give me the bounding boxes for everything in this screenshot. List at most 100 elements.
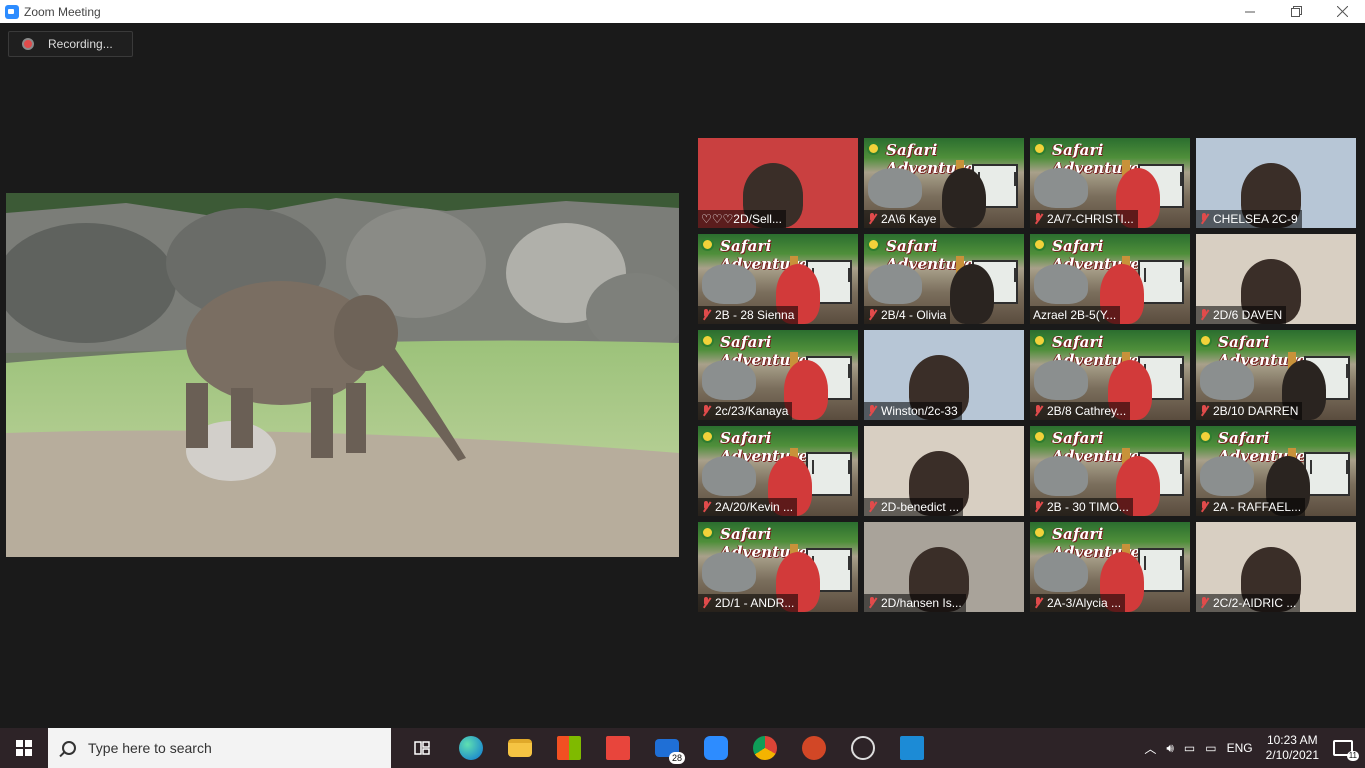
safari-logo-icon bbox=[1199, 334, 1212, 347]
participant-person bbox=[950, 264, 994, 324]
elephant-graphic bbox=[702, 552, 756, 592]
close-button[interactable] bbox=[1319, 0, 1365, 23]
elephant-graphic bbox=[1034, 168, 1088, 208]
minimize-button[interactable] bbox=[1227, 0, 1273, 23]
participant-nameplate: 2B/10 DARREN bbox=[1196, 402, 1303, 420]
elephant-graphic bbox=[1200, 360, 1254, 400]
battery-icon[interactable]: ▭ bbox=[1205, 741, 1216, 755]
muted-mic-icon bbox=[1199, 405, 1209, 417]
safari-logo-icon bbox=[1033, 238, 1046, 251]
muted-mic-icon bbox=[867, 597, 877, 609]
file-explorer-icon bbox=[507, 739, 532, 757]
store-icon bbox=[556, 736, 581, 760]
participant-tile[interactable]: Safari Adventure 2A-3/Alycia ... bbox=[1030, 522, 1190, 612]
clock-date: 2/10/2021 bbox=[1265, 748, 1319, 762]
participant-tile[interactable]: Safari Adventure Azrael 2B-5(Y... bbox=[1030, 234, 1190, 324]
shared-video[interactable] bbox=[6, 193, 679, 557]
participant-nameplate: ♡♡♡ 2D/Sell... bbox=[698, 210, 786, 228]
app-icon bbox=[899, 736, 924, 760]
muted-mic-icon bbox=[867, 309, 877, 321]
muted-mic-icon bbox=[1033, 597, 1043, 609]
participant-name-prefix: ♡♡♡ bbox=[701, 212, 734, 226]
participant-nameplate: CHELSEA 2C-9 bbox=[1196, 210, 1302, 228]
chevron-up-icon[interactable]: ︿ bbox=[1144, 740, 1156, 757]
muted-mic-icon bbox=[1033, 213, 1043, 225]
participant-tile[interactable]: 2D-benedict ... bbox=[864, 426, 1024, 516]
app-button[interactable] bbox=[887, 728, 936, 768]
gift-button[interactable] bbox=[593, 728, 642, 768]
participant-tile[interactable]: 2C/2-AIDRIC ... bbox=[1196, 522, 1356, 612]
start-button[interactable] bbox=[0, 728, 48, 768]
muted-mic-icon bbox=[867, 213, 877, 225]
participant-tile[interactable]: Safari Adventure 2c/23/Kanaya bbox=[698, 330, 858, 420]
notification-icon[interactable]: 11 bbox=[1333, 740, 1359, 761]
participant-nameplate: 2A\6 Kaye bbox=[864, 210, 941, 228]
store-button[interactable] bbox=[544, 728, 593, 768]
elephant-video-frame bbox=[6, 193, 679, 557]
meeting-area: Recording... ♡♡♡ 2D/Sell... Safari Adven… bbox=[0, 23, 1365, 728]
participant-name: 2B/4 - Olivia bbox=[881, 308, 947, 322]
obs-button[interactable] bbox=[838, 728, 887, 768]
participant-name: 2D/6 DAVEN bbox=[1213, 308, 1283, 322]
participant-name: 2A\6 Kaye bbox=[881, 212, 937, 226]
participant-tile[interactable]: Safari Adventure 2B/10 DARREN bbox=[1196, 330, 1356, 420]
participant-tile[interactable]: Safari Adventure 2A - RAFFAEL... bbox=[1196, 426, 1356, 516]
safari-logo-icon bbox=[867, 142, 880, 155]
file-explorer-button[interactable] bbox=[495, 728, 544, 768]
restore-icon bbox=[1290, 6, 1302, 17]
restore-button[interactable] bbox=[1273, 0, 1319, 23]
participant-tile[interactable]: Safari Adventure 2B - 30 TIMO... bbox=[1030, 426, 1190, 516]
muted-mic-icon bbox=[1033, 501, 1043, 513]
participant-tile[interactable]: Safari Adventure 2B - 28 Sienna bbox=[698, 234, 858, 324]
participant-tile[interactable]: ♡♡♡ 2D/Sell... bbox=[698, 138, 858, 228]
muted-mic-icon bbox=[1199, 213, 1209, 225]
safari-logo-icon bbox=[1033, 142, 1046, 155]
participant-tile[interactable]: Safari Adventure 2A\6 Kaye bbox=[864, 138, 1024, 228]
participant-tile[interactable]: CHELSEA 2C-9 bbox=[1196, 138, 1356, 228]
network-icon[interactable]: ▭ bbox=[1184, 741, 1195, 755]
volume-icon[interactable]: 🔊︎ bbox=[1166, 741, 1174, 756]
participant-tile[interactable]: Winston/2c-33 bbox=[864, 330, 1024, 420]
task-view-button[interactable] bbox=[397, 728, 446, 768]
system-tray: ︿ 🔊︎ ▭ ▭ ENG 10:23 AM 2/10/2021 11 bbox=[1139, 728, 1365, 768]
participant-nameplate: 2A-3/Alycia ... bbox=[1030, 594, 1126, 612]
participant-name: 2D/Sell... bbox=[733, 212, 782, 226]
elephant-graphic bbox=[868, 264, 922, 304]
participant-name: 2B/8 Cathrey... bbox=[1047, 404, 1127, 418]
elephant-graphic bbox=[702, 360, 756, 400]
participant-name: 2B - 28 Sienna bbox=[715, 308, 795, 322]
participant-tile[interactable]: Safari Adventure 2A/7-CHRISTI... bbox=[1030, 138, 1190, 228]
safari-logo-icon bbox=[1033, 334, 1046, 347]
edge-button[interactable] bbox=[446, 728, 495, 768]
recording-indicator[interactable]: Recording... bbox=[8, 31, 133, 57]
muted-mic-icon bbox=[1199, 597, 1209, 609]
participant-nameplate: 2B/4 - Olivia bbox=[864, 306, 951, 324]
participant-tile[interactable]: Safari Adventure 2D/1 - ANDR... bbox=[698, 522, 858, 612]
search-icon bbox=[62, 741, 76, 755]
participant-name: 2A/20/Kevin ... bbox=[715, 500, 794, 514]
powerpoint-button[interactable] bbox=[789, 728, 838, 768]
taskbar-clock[interactable]: 10:23 AM 2/10/2021 bbox=[1266, 733, 1319, 763]
title-bar: Zoom Meeting bbox=[0, 0, 1365, 23]
safari-logo-icon bbox=[701, 526, 714, 539]
gift-icon bbox=[605, 736, 630, 760]
participant-nameplate: 2c/23/Kanaya bbox=[698, 402, 793, 420]
participant-tile[interactable]: 2D/hansen Is... bbox=[864, 522, 1024, 612]
safari-logo-icon bbox=[867, 238, 880, 251]
taskbar-search[interactable]: Type here to search bbox=[48, 728, 391, 768]
mail-button[interactable]: 28 bbox=[642, 728, 691, 768]
participant-name: 2D-benedict ... bbox=[881, 500, 960, 514]
zoom-button[interactable] bbox=[691, 728, 740, 768]
safari-bus-graphic bbox=[1138, 548, 1184, 592]
participant-tile[interactable]: Safari Adventure 2A/20/Kevin ... bbox=[698, 426, 858, 516]
participant-tile[interactable]: Safari Adventure 2B/8 Cathrey... bbox=[1030, 330, 1190, 420]
chrome-button[interactable] bbox=[740, 728, 789, 768]
close-icon bbox=[1336, 6, 1348, 17]
language-indicator[interactable]: ENG bbox=[1227, 741, 1253, 755]
participant-tile[interactable]: Safari Adventure 2B/4 - Olivia bbox=[864, 234, 1024, 324]
participant-tile[interactable]: 2D/6 DAVEN bbox=[1196, 234, 1356, 324]
participant-name: CHELSEA 2C-9 bbox=[1213, 212, 1298, 226]
zoom-app-icon bbox=[5, 4, 19, 19]
participant-nameplate: Azrael 2B-5(Y... bbox=[1030, 306, 1121, 324]
record-dot-icon bbox=[22, 38, 34, 50]
